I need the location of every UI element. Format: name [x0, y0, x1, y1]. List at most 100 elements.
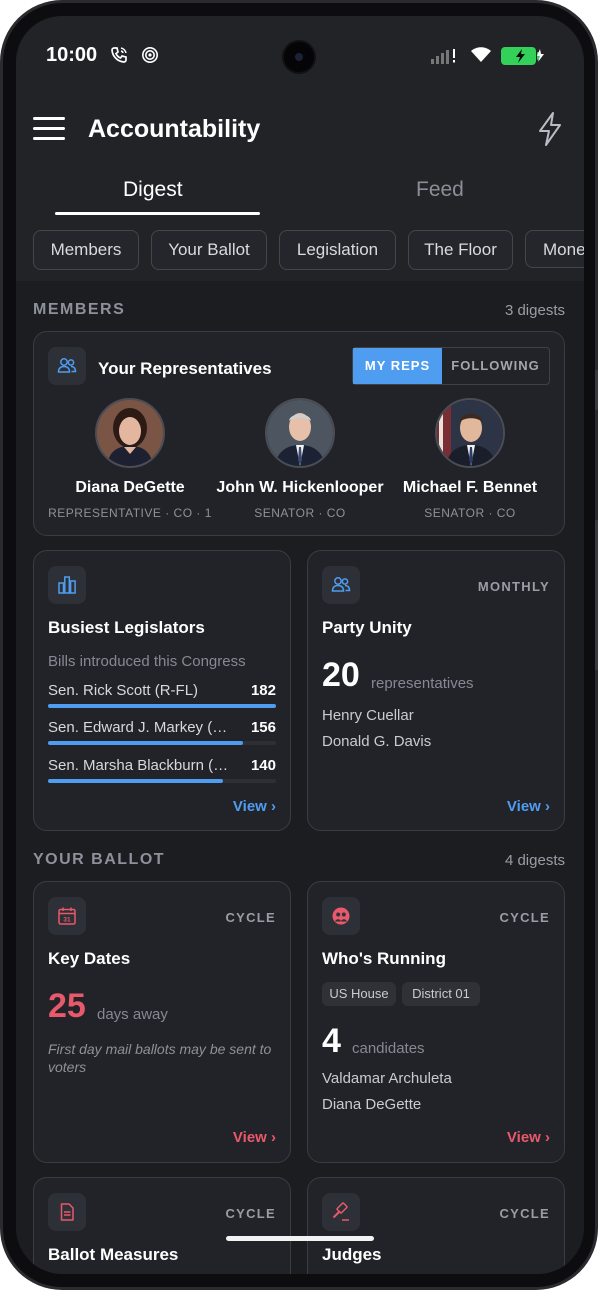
avatar — [265, 398, 335, 468]
wifi-calling-icon — [110, 46, 128, 69]
legislator-name: Sen. Edward J. Markey (D-MA) — [48, 719, 238, 736]
unity-number: 20 — [322, 656, 360, 694]
section-members-count: 3 digests — [504, 302, 565, 319]
view-link[interactable]: View › — [507, 798, 550, 815]
bar-track — [48, 741, 276, 745]
busiest-subtitle: Bills introduced this Congress — [48, 653, 246, 670]
party-unity-card[interactable]: MONTHLY Party Unity 20 representatives H… — [307, 550, 565, 831]
days-number: 25 — [48, 987, 86, 1025]
svg-text:31: 31 — [63, 917, 71, 924]
my-reps-toggle[interactable]: MY REPS — [353, 348, 442, 384]
screen: 10:00 Accountability Digest Feed Members… — [16, 16, 584, 1274]
bar-track — [48, 779, 276, 783]
rep-item[interactable]: John W. Hickenlooper SENATOR · CO — [210, 398, 390, 520]
chip-members[interactable]: Members — [33, 230, 139, 270]
unity-name: Henry Cuellar — [322, 707, 414, 724]
whos-running-card[interactable]: CYCLE Who's Running US House District 01… — [307, 881, 565, 1163]
chip-the-floor[interactable]: The Floor — [408, 230, 513, 270]
key-date-note: First day mail ballots may be sent to vo… — [48, 1041, 272, 1075]
candidate-name: Valdamar Archuleta — [322, 1070, 452, 1087]
bolt-icon[interactable] — [536, 111, 564, 152]
chip-your-ballot[interactable]: Your Ballot — [151, 230, 267, 270]
representatives-title: Your Representatives — [98, 359, 272, 378]
signal-icon — [431, 48, 465, 69]
camera-cutout — [284, 42, 314, 72]
rep-item[interactable]: Michael F. Bennet SENATOR · CO — [380, 398, 560, 520]
bill-count: 140 — [250, 757, 276, 774]
top-app-bar: Accountability — [16, 111, 584, 155]
cycle-tag: CYCLE — [225, 910, 276, 925]
cycle-tag: CYCLE — [499, 910, 550, 925]
days-unit: days away — [97, 1006, 168, 1023]
hotspot-icon — [141, 46, 159, 69]
rep-role: REPRESENTATIVE · CO · 1 — [48, 506, 212, 520]
race-pill: US House — [322, 982, 396, 1006]
battery-charging-icon — [501, 47, 545, 70]
tab-digest[interactable]: Digest — [123, 178, 183, 202]
busiest-legislators-card[interactable]: Busiest Legislators Bills introduced thi… — [33, 550, 291, 831]
rep-item[interactable]: Diana DeGette REPRESENTATIVE · CO · 1 — [40, 398, 220, 520]
app-title: Accountability — [88, 115, 261, 143]
bar-track — [48, 704, 276, 708]
avatar — [435, 398, 505, 468]
bar-chart-icon — [48, 566, 86, 604]
calendar-icon: 31 — [48, 897, 86, 935]
menu-icon[interactable] — [33, 117, 65, 141]
gavel-icon — [322, 1193, 360, 1231]
following-toggle[interactable]: FOLLOWING — [442, 348, 549, 384]
view-link[interactable]: View › — [507, 1129, 550, 1146]
bill-count: 182 — [250, 682, 276, 699]
reps-toggle: MY REPS FOLLOWING — [352, 347, 550, 385]
avatar — [95, 398, 165, 468]
unity-name: Donald G. Davis — [322, 733, 432, 750]
rep-name: Diana DeGette — [75, 479, 185, 496]
candidates-icon — [322, 897, 360, 935]
whos-running-title: Who's Running — [322, 949, 446, 968]
candidates-unit: candidates — [352, 1040, 425, 1057]
rep-name: John W. Hickenlooper — [216, 479, 384, 496]
legislator-name: Sen. Rick Scott (R-FL) — [48, 682, 199, 699]
party-unity-title: Party Unity — [322, 618, 412, 637]
cycle-tag: CYCLE — [499, 1206, 550, 1221]
wifi-icon — [470, 46, 492, 69]
chip-legislation[interactable]: Legislation — [279, 230, 396, 270]
chip-money[interactable]: Mone — [525, 230, 584, 268]
phone-frame: 10:00 Accountability Digest Feed Members… — [0, 0, 598, 1290]
list-item: Sen. Rick Scott (R-FL) 182 — [48, 682, 276, 718]
status-time: 10:00 — [46, 44, 98, 66]
key-dates-title: Key Dates — [48, 949, 131, 968]
candidate-name: Diana DeGette — [322, 1096, 422, 1113]
representatives-card[interactable]: Your Representatives MY REPS FOLLOWING D… — [33, 331, 565, 536]
bar-fill — [48, 779, 224, 783]
view-link[interactable]: View › — [233, 1129, 276, 1146]
tab-feed[interactable]: Feed — [416, 178, 464, 202]
ballot-measures-card[interactable]: CYCLE Ballot Measures — [33, 1177, 291, 1274]
section-ballot-count: 4 digests — [504, 852, 565, 869]
candidates-number: 4 — [322, 1022, 341, 1060]
rep-role: SENATOR · CO — [424, 506, 516, 520]
bar-fill — [48, 704, 276, 708]
document-icon — [48, 1193, 86, 1231]
people-icon — [48, 347, 86, 385]
section-members-header: MEMBERS — [33, 301, 126, 318]
legislator-name: Sen. Marsha Blackburn (R-TN) — [48, 757, 238, 774]
section-ballot-header: YOUR BALLOT — [33, 851, 166, 868]
district-pill: District 01 — [402, 982, 480, 1006]
home-indicator[interactable] — [226, 1236, 374, 1241]
judges-card[interactable]: CYCLE Judges — [307, 1177, 565, 1274]
key-dates-card[interactable]: 31 CYCLE Key Dates 25 days away First da… — [33, 881, 291, 1163]
list-item: Sen. Marsha Blackburn (R-TN) 140 — [48, 757, 276, 793]
bar-fill — [48, 741, 244, 745]
busiest-title: Busiest Legislators — [48, 618, 205, 637]
frequency-tag: MONTHLY — [477, 579, 550, 594]
ballot-measures-title: Ballot Measures — [48, 1245, 179, 1264]
cycle-tag: CYCLE — [225, 1206, 276, 1221]
rep-name: Michael F. Bennet — [402, 479, 538, 496]
active-tab-indicator — [55, 212, 260, 215]
judges-title: Judges — [322, 1245, 382, 1264]
unity-unit: representatives — [371, 675, 474, 692]
people-icon — [322, 566, 360, 604]
rep-role: SENATOR · CO — [254, 506, 346, 520]
bill-count: 156 — [250, 719, 276, 736]
view-link[interactable]: View › — [233, 798, 276, 815]
